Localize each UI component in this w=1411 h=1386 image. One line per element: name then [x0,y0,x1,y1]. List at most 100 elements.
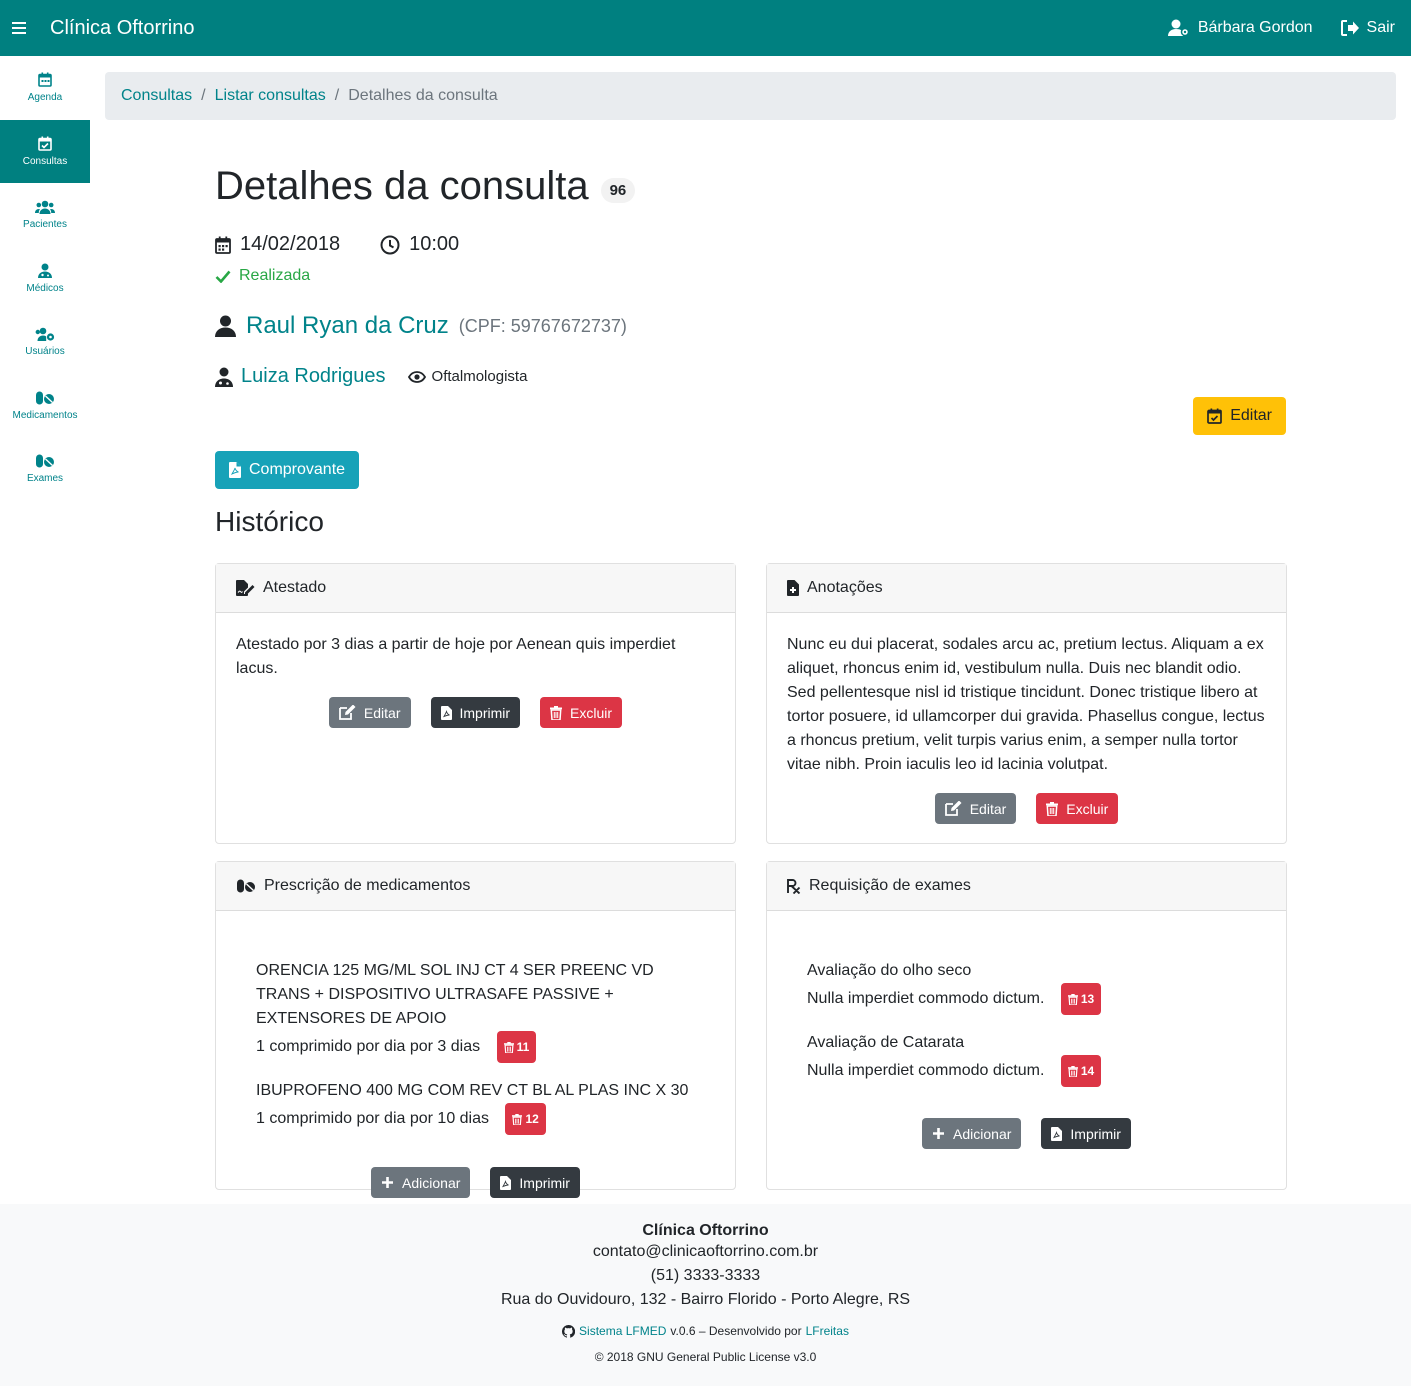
calendar-icon [38,72,52,88]
medicamento-id: 11 [516,1040,530,1054]
file-medical-icon [787,580,799,596]
medicamento-id: 12 [525,1112,539,1126]
file-signature-icon [236,580,255,596]
top-navbar: Clínica Oftorrino Bárbara Gordon Sair [0,0,1411,56]
edit-consulta-label: Editar [1230,407,1272,424]
user-cog-icon [1167,19,1190,37]
trash-icon [1067,993,1078,1005]
sidebar-item-label: Médicos [26,283,64,295]
system-link[interactable]: Sistema LFMED [579,1324,666,1338]
author-link[interactable]: LFreitas [806,1324,849,1338]
anotacoes-delete-label: Excluir [1066,800,1109,817]
exame-note: Nulla imperdiet commodo dictum. [807,990,1045,1008]
list-item: ORENCIA 125 MG/ML SOL INJ CT 4 SER PREEN… [256,959,695,1063]
list-item: Avaliação de Catarata Nulla imperdiet co… [807,1031,1246,1087]
user-name: Bárbara Gordon [1197,19,1313,36]
exame-id: 13 [1080,992,1095,1006]
anotacoes-delete-button[interactable]: Excluir [1036,793,1119,824]
delete-exame-button[interactable]: 13 [1060,983,1102,1015]
clock-icon [380,235,400,254]
atestado-print-button[interactable]: Imprimir [430,697,521,728]
sidebar-item-exames[interactable]: Exames [0,438,90,502]
sign-out-icon [1340,20,1359,36]
consulta-date: 14/02/2018 [240,233,341,255]
patient-cpf: (CPF: 59767672737) [458,315,627,336]
sidebar-item-medicamentos[interactable]: Medicamentos [0,374,90,438]
users-cog-icon [35,327,55,342]
footer-license: © 2018 GNU General Public License v3.0 [594,1350,817,1364]
exame-name: Avaliação do olho seco [807,962,972,979]
breadcrumb-consultas[interactable]: Consultas [121,87,192,105]
historico-heading: Histórico [215,506,324,537]
anotacoes-edit-button[interactable]: Editar [934,793,1017,824]
sidebar-item-label: Pacientes [23,218,67,230]
file-pdf-icon [229,462,241,478]
app-brand[interactable]: Clínica Oftorrino [50,17,195,40]
medicamento-name: ORENCIA 125 MG/ML SOL INJ CT 4 SER PREEN… [256,962,654,1027]
atestado-text: Atestado por 3 dias a partir de hoje por… [236,636,676,677]
file-pdf-icon [1051,1126,1063,1141]
breadcrumb-current: Detalhes da consulta [348,87,498,104]
breadcrumb-listar-consultas[interactable]: Listar consultas [215,87,326,105]
atestado-edit-button[interactable]: Editar [328,697,411,728]
print-exames-button[interactable]: Imprimir [1041,1118,1131,1149]
calendar-check-icon [38,136,52,151]
plus-icon [382,1177,394,1188]
atestado-print-label: Imprimir [459,704,511,721]
patient-name-link[interactable]: Raul Ryan da Cruz [246,312,449,340]
prescricao-card: Prescrição de medicamentos ORENCIA 125 M… [215,861,736,1198]
status-badge: Realizada [215,267,310,285]
exame-name: Avaliação de Catarata [807,1034,965,1051]
consulta-id-badge: 96 [600,178,636,203]
doctor-name-link[interactable]: Luiza Rodrigues [241,365,386,388]
calendar-check-icon [1207,408,1223,424]
comprovante-button[interactable]: Comprovante [215,451,360,489]
print-prescricao-label: Imprimir [519,1174,570,1191]
check-icon [215,270,231,283]
sidebar-item-pacientes[interactable]: Pacientes [0,183,90,247]
logout-button[interactable]: Sair [1340,19,1395,37]
atestado-delete-button[interactable]: Excluir [540,697,623,728]
atestado-delete-label: Excluir [570,704,613,721]
edit-icon [339,705,356,720]
breadcrumb-separator: / [334,87,340,104]
sidebar-item-usuarios[interactable]: Usuários [0,310,90,374]
footer-email: contato@clinicaoftorrino.com.br [592,1243,819,1260]
breadcrumb: Consultas / Listar consultas / Detalhes … [105,72,1396,120]
calendar-icon [215,236,231,254]
sidebar-item-agenda[interactable]: Agenda [0,56,90,120]
hamburger-menu-button[interactable] [0,0,38,56]
trash-icon [512,1113,523,1125]
sidebar-item-label: Agenda [27,92,63,104]
delete-medicamento-button[interactable]: 12 [505,1103,546,1135]
print-prescricao-button[interactable]: Imprimir [490,1167,580,1198]
github-icon [562,1324,576,1338]
footer-phone: (51) 3333-3333 [650,1267,761,1284]
users-icon [35,200,55,214]
page-title: Detalhes da consulta [215,164,589,208]
pills-icon [237,879,255,893]
pills-icon [36,391,54,405]
medicamento-dose: 1 comprimido por dia por 3 dias [256,1038,481,1056]
add-medicamento-button[interactable]: Adicionar [371,1167,471,1198]
sidebar-item-label: Exames [26,473,64,485]
sidebar: Agenda Consultas Pacientes Médicos Usuár… [0,56,90,501]
delete-exame-button[interactable]: 14 [1060,1055,1102,1087]
sidebar-item-consultas[interactable]: Consultas [0,119,90,184]
delete-medicamento-button[interactable]: 11 [496,1031,537,1063]
medicamento-dose: 1 comprimido por dia por 10 dias [256,1110,490,1128]
footer-address: Rua do Ouvidouro, 132 - Bairro Florido -… [500,1291,911,1308]
specialty-label: Oftalmologista [431,368,528,385]
add-exame-button[interactable]: Adicionar [922,1118,1022,1149]
file-pdf-icon [440,705,452,720]
sidebar-item-medicos[interactable]: Médicos [0,247,90,311]
status-label: Realizada [239,267,311,284]
sidebar-item-label: Consultas [22,155,68,167]
anotacoes-header-label: Anotações [807,579,883,596]
atestado-header-label: Atestado [263,579,327,596]
atestado-card-header: Atestado [216,564,735,613]
exame-note: Nulla imperdiet commodo dictum. [807,1062,1045,1080]
user-icon [215,315,236,337]
user-menu[interactable]: Bárbara Gordon [1167,19,1313,37]
edit-consulta-button[interactable]: Editar [1193,397,1286,435]
